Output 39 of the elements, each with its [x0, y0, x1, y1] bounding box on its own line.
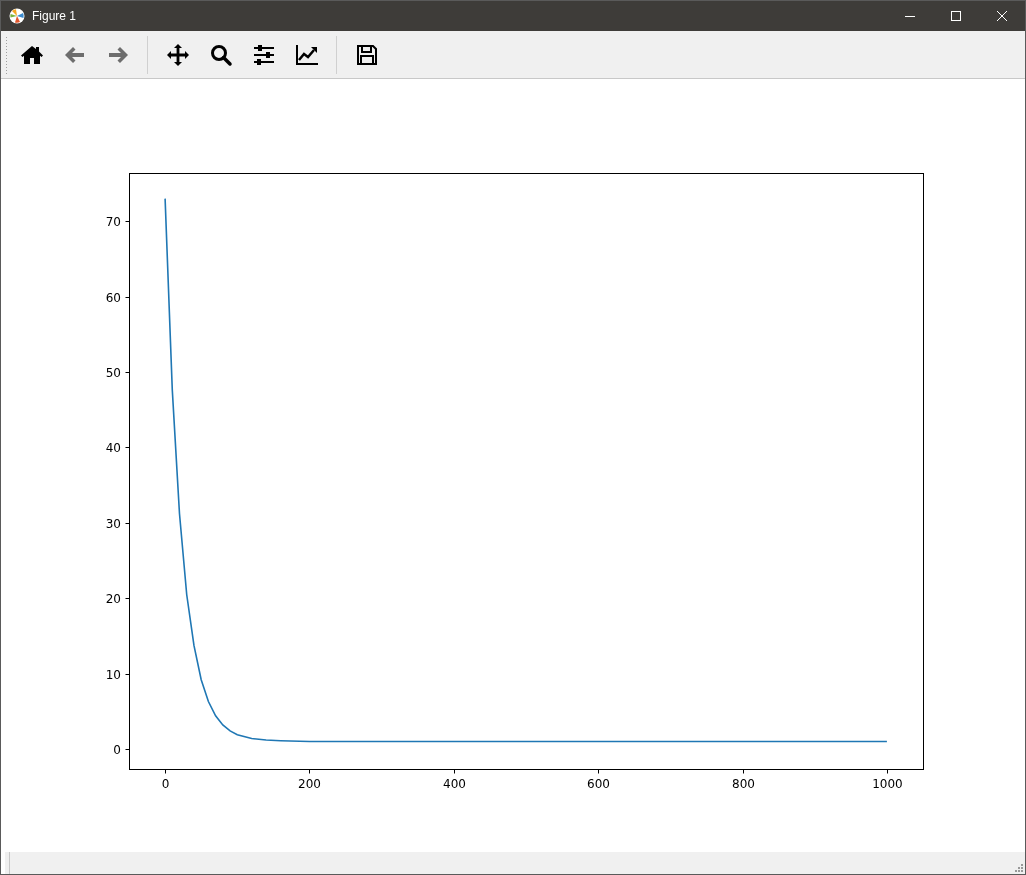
tick-mark: [125, 749, 130, 750]
app-logo-icon: [9, 8, 25, 24]
x-tick-label: 600: [587, 777, 610, 791]
x-tick-label: 800: [732, 777, 755, 791]
tick-mark: [125, 372, 130, 373]
close-icon: [996, 10, 1008, 22]
move-icon: [165, 42, 190, 67]
tick-mark: [454, 769, 455, 774]
y-tick-label: 50: [105, 366, 121, 380]
tick-mark: [125, 447, 130, 448]
x-tick-label: 400: [443, 777, 466, 791]
sliders-icon: [251, 42, 276, 67]
maximize-icon: [950, 10, 962, 22]
save-icon: [354, 42, 379, 67]
tick-mark: [125, 221, 130, 222]
resize-grip-icon: [1014, 863, 1023, 872]
tick-mark: [125, 297, 130, 298]
search-icon: [208, 42, 233, 67]
y-tick-label: 30: [105, 517, 121, 531]
line-chart-icon: [294, 42, 319, 67]
y-tick-label: 60: [105, 291, 121, 305]
tick-mark: [125, 598, 130, 599]
tick-mark: [887, 769, 888, 774]
x-tick-label: 1000: [872, 777, 903, 791]
tick-mark: [165, 769, 166, 774]
y-tick-label: 40: [105, 441, 121, 455]
y-tick-label: 70: [105, 215, 121, 229]
tick-mark: [309, 769, 310, 774]
toolbar-grip: [5, 35, 8, 74]
tick-mark: [125, 523, 130, 524]
x-tick-label: 200: [298, 777, 321, 791]
window-title: Figure 1: [32, 9, 77, 23]
x-tick-label: 0: [161, 777, 170, 791]
y-tick-label: 20: [105, 592, 121, 606]
y-tick-label: 0: [113, 743, 121, 757]
y-tick-label: 10: [105, 668, 121, 682]
tick-mark: [125, 674, 130, 675]
tick-mark: [743, 769, 744, 774]
tick-mark: [598, 769, 599, 774]
